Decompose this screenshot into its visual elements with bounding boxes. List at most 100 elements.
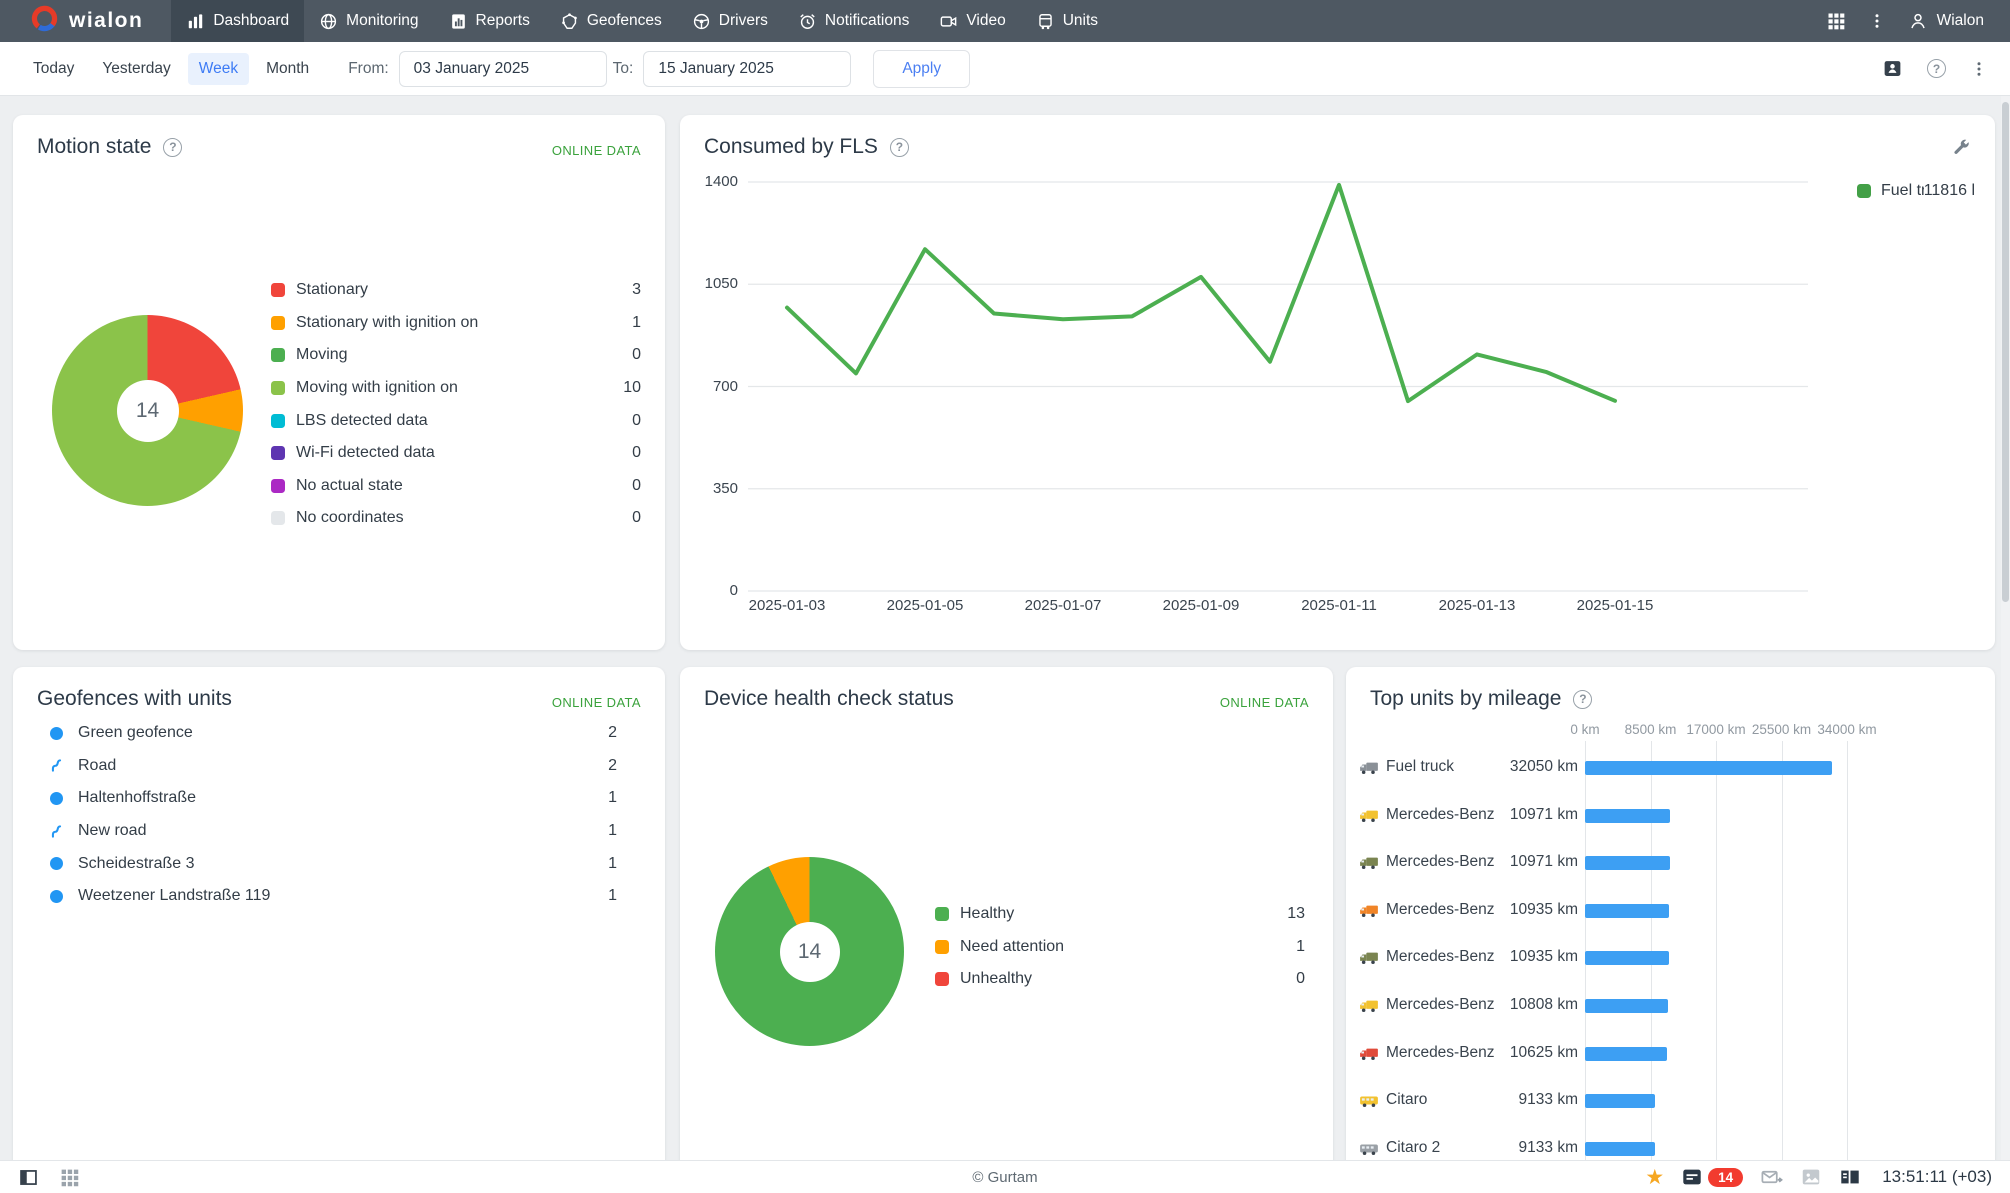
image-icon[interactable] bbox=[1800, 1166, 1822, 1188]
legend-value: 0 bbox=[632, 444, 641, 462]
online-data-badge: ONLINE DATA bbox=[551, 695, 641, 710]
online-data-badge: ONLINE DATA bbox=[1219, 695, 1309, 710]
nav-item-reports[interactable]: Reports bbox=[434, 0, 545, 42]
unit-mileage-value: 10935 km bbox=[1509, 948, 1578, 966]
brand-name: wialon bbox=[69, 9, 144, 32]
geofences-title: Geofences with units bbox=[37, 687, 232, 710]
panel-toggle-icon[interactable] bbox=[18, 1167, 39, 1188]
apps-grid-icon[interactable] bbox=[1826, 11, 1846, 31]
geofence-unit-count: 1 bbox=[608, 789, 617, 807]
legend-item: Healthy 13 bbox=[935, 898, 1305, 931]
to-date-input[interactable] bbox=[643, 50, 852, 87]
legend-value: 3 bbox=[632, 281, 641, 299]
drivers-icon bbox=[692, 12, 711, 31]
help-icon[interactable]: ? bbox=[163, 137, 183, 157]
motion-state-card: Motion state ? ONLINE DATA 14 Stationary… bbox=[13, 115, 665, 650]
nav-item-dashboard[interactable]: Dashboard bbox=[171, 0, 305, 42]
nav-item-label: Dashboard bbox=[213, 12, 290, 29]
unit-mileage-row[interactable]: Mercedes-Benz 10935 km bbox=[1346, 934, 1995, 982]
help-icon[interactable]: ? bbox=[1573, 689, 1593, 709]
video-icon bbox=[939, 12, 958, 31]
legend-swatch bbox=[1857, 184, 1871, 198]
help-icon[interactable]: ? bbox=[1927, 59, 1946, 78]
mileage-bar bbox=[1585, 903, 1670, 918]
nav-item-video[interactable]: Video bbox=[924, 0, 1020, 42]
nav-item-drivers[interactable]: Drivers bbox=[677, 0, 783, 42]
unit-mileage-row[interactable]: Mercedes-Benz 10808 km bbox=[1346, 982, 1995, 1030]
legend-label: Moving with ignition on bbox=[296, 379, 458, 397]
unit-name: Citaro bbox=[1386, 1091, 1428, 1109]
nav-menu: Dashboard Monitoring Reports Geofences Drive… bbox=[171, 0, 1113, 42]
from-date-input[interactable] bbox=[398, 50, 607, 87]
bus-icon bbox=[1358, 1093, 1380, 1114]
split-view-icon[interactable] bbox=[1839, 1166, 1861, 1188]
geofence-dot-icon bbox=[49, 726, 64, 740]
preset-month[interactable]: Month bbox=[255, 53, 320, 85]
legend-value: 1 bbox=[1296, 937, 1305, 955]
more-options-icon[interactable] bbox=[1868, 12, 1886, 30]
x-axis-label: 34000 km bbox=[1817, 722, 1877, 737]
dashboard-content: Motion state ? ONLINE DATA 14 Stationary… bbox=[0, 96, 2010, 1160]
preset-yesterday[interactable]: Yesterday bbox=[91, 53, 181, 85]
unit-mileage-row[interactable]: Mercedes-Benz 10625 km bbox=[1346, 1030, 1995, 1078]
unit-mileage-row[interactable]: Mercedes-Benz 10971 km bbox=[1346, 792, 1995, 840]
mail-forward-icon[interactable] bbox=[1760, 1166, 1784, 1189]
pie-center-label: 14 bbox=[779, 921, 840, 982]
preset-today[interactable]: Today bbox=[22, 53, 85, 85]
geofence-row[interactable]: Haltenhoffstraße 1 bbox=[13, 782, 665, 815]
legend-label: Stationary bbox=[296, 281, 369, 299]
scrollbar-thumb[interactable] bbox=[2002, 102, 2009, 602]
unit-mileage-row[interactable]: Mercedes-Benz 10935 km bbox=[1346, 887, 1995, 935]
geofence-name: Weetzener Landstraße 119 bbox=[78, 887, 271, 905]
truck-icon bbox=[1358, 1046, 1380, 1067]
geofence-row[interactable]: New road 1 bbox=[13, 815, 665, 848]
truck-icon bbox=[1358, 760, 1380, 781]
legend-item: Need attention 1 bbox=[935, 931, 1305, 964]
apply-button[interactable]: Apply bbox=[873, 49, 971, 88]
notifications-button[interactable]: 14 bbox=[1681, 1166, 1744, 1188]
user-menu[interactable]: Wialon bbox=[1908, 11, 1984, 31]
mileage-bar bbox=[1585, 856, 1670, 871]
legend-label: Unhealthy bbox=[960, 970, 1033, 988]
preset-week[interactable]: Week bbox=[187, 52, 250, 85]
wialon-logo[interactable]: wialon bbox=[0, 0, 171, 42]
legend-swatch bbox=[271, 446, 285, 461]
geofences-card: Geofences with units ONLINE DATA Green g… bbox=[13, 667, 665, 1160]
more-options-icon[interactable] bbox=[1970, 60, 1988, 78]
geofence-row[interactable]: Weetzener Landstraße 119 1 bbox=[13, 880, 665, 913]
legend-value: 11816 l bbox=[1923, 182, 1975, 199]
bottom-left-tools bbox=[18, 1167, 80, 1188]
geofence-dot-icon bbox=[49, 889, 64, 903]
apps-grid-icon[interactable] bbox=[59, 1167, 80, 1188]
geofence-row[interactable]: Green geofence 2 bbox=[13, 717, 665, 750]
geofence-name: New road bbox=[78, 822, 147, 840]
top-nav: wialon Dashboard Monitoring Reports Geofenc… bbox=[0, 0, 2010, 42]
legend-swatch bbox=[271, 283, 285, 298]
device-health-title: Device health check status bbox=[704, 687, 954, 710]
nav-item-monitoring[interactable]: Monitoring bbox=[304, 0, 433, 42]
nav-item-units[interactable]: Units bbox=[1021, 0, 1113, 42]
unit-mileage-row[interactable]: Mercedes-Benz 10971 km bbox=[1346, 839, 1995, 887]
mileage-bar bbox=[1585, 951, 1670, 966]
legend-swatch bbox=[271, 315, 285, 330]
page-scrollbar[interactable] bbox=[2001, 96, 2010, 1160]
unit-mileage-row[interactable]: Citaro 9133 km bbox=[1346, 1077, 1995, 1125]
legend-label: Stationary with ignition on bbox=[296, 313, 479, 331]
legend-label: Need attention bbox=[960, 937, 1065, 955]
contact-card-icon[interactable] bbox=[1882, 58, 1903, 79]
legend-label: No actual state bbox=[296, 476, 403, 494]
legend-swatch bbox=[271, 511, 285, 526]
legend-swatch bbox=[935, 972, 949, 987]
favorites-star-icon[interactable]: ★ bbox=[1645, 1167, 1664, 1188]
geofence-row[interactable]: Road 2 bbox=[13, 750, 665, 783]
unit-mileage-row[interactable]: Citaro 2 9133 km bbox=[1346, 1125, 1995, 1160]
unit-mileage-value: 10625 km bbox=[1509, 1043, 1578, 1061]
nav-item-geofences[interactable]: Geofences bbox=[545, 0, 677, 42]
geofence-row[interactable]: Scheidestraße 3 1 bbox=[13, 847, 665, 880]
legend-value: 0 bbox=[632, 476, 641, 494]
nav-item-notifications[interactable]: Notifications bbox=[783, 0, 924, 42]
reports-icon bbox=[449, 12, 468, 31]
unit-mileage-row[interactable]: Fuel truck 32050 km bbox=[1346, 744, 1995, 792]
messages-icon bbox=[1681, 1166, 1703, 1188]
date-filter-bar: TodayYesterdayWeekMonth From: To: Apply … bbox=[0, 42, 2010, 96]
